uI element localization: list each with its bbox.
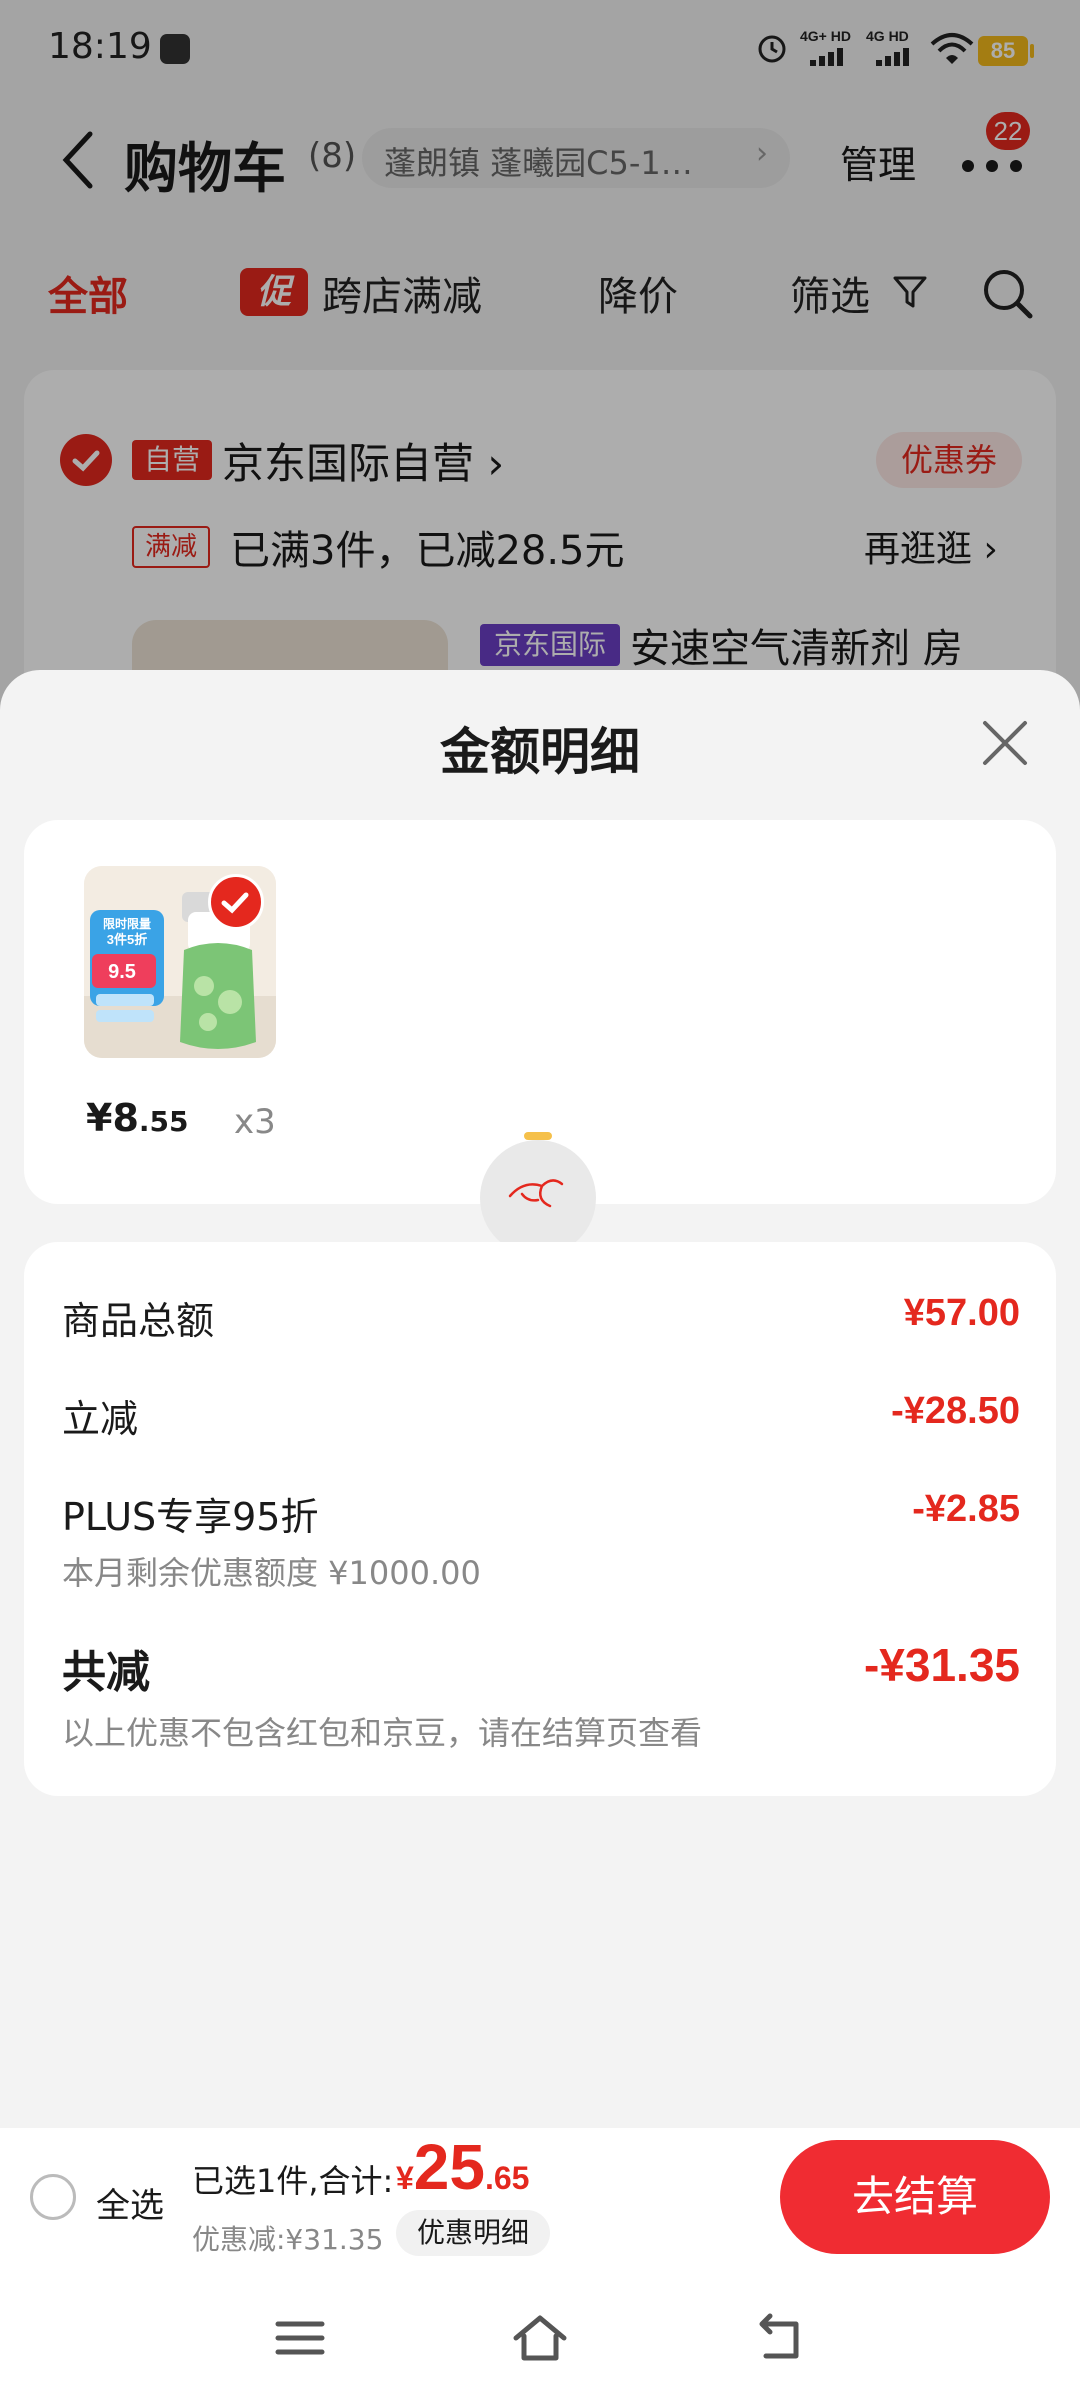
product-image-caption-3: 9.5 — [108, 961, 136, 983]
discount-summary-text: 优惠减:¥31.35 — [192, 2223, 384, 2256]
product-image-caption-1: 限时限量 — [103, 916, 151, 931]
home-icon[interactable] — [512, 2310, 568, 2366]
plus-discount-value: -¥2.85 — [912, 1488, 1020, 1530]
loader-accent-top — [524, 1132, 552, 1140]
product-image-promo-text: 限时限量 3件5折 9.5 — [103, 916, 151, 983]
system-nav-bar — [0, 2274, 1080, 2400]
back-icon[interactable] — [752, 2310, 808, 2366]
select-all-label[interactable]: 全选 — [96, 2178, 164, 2227]
close-icon[interactable] — [980, 718, 1030, 768]
goods-total-label: 商品总额 — [62, 1299, 215, 1343]
total-currency: ¥ — [396, 2160, 414, 2196]
jd-dog-logo-icon — [508, 1179, 564, 1208]
select-all-checkbox[interactable] — [30, 2174, 76, 2220]
goods-total-value: ¥57.00 — [903, 1292, 1020, 1334]
price-detail-sheet: 金额明细 限时限量 3件5折 9.5 ¥8.55 x3 商品总额 ¥57.00 … — [0, 670, 1080, 2130]
total-amount: ¥25.65 — [396, 2130, 529, 2204]
total-discount-label: 共减 — [62, 1647, 150, 1698]
instant-discount-value: -¥28.50 — [891, 1390, 1020, 1432]
menu-icon[interactable] — [272, 2310, 328, 2366]
item-selected-checkbox[interactable] — [208, 874, 264, 930]
selected-count-text: 已选1件,合计: — [192, 2162, 394, 2200]
total-integer: 25 — [413, 2131, 485, 2203]
plus-remaining-quota: 本月剩余优惠额度 ¥1000.00 — [62, 1554, 481, 1592]
item-price-integer: ¥8 — [86, 1096, 139, 1140]
instant-discount-label: 立减 — [62, 1397, 139, 1441]
jd-mascot-loading-icon — [480, 1140, 596, 1256]
checkmark-icon — [221, 892, 249, 914]
plus-discount-label: PLUS专享95折 — [62, 1495, 319, 1539]
total-decimal: .65 — [484, 2160, 530, 2196]
product-image-caption-2: 3件5折 — [107, 932, 147, 947]
total-discount-note: 以上优惠不包含红包和京豆，请在结算页查看 — [62, 1714, 703, 1752]
checkout-bar: 全选 已选1件,合计: ¥25.65 优惠减:¥31.35 优惠明细 去结算 — [0, 2128, 1080, 2274]
total-discount-value: -¥31.35 — [863, 1639, 1020, 1691]
amount-summary-card: 商品总额 ¥57.00 立减 -¥28.50 PLUS专享95折 -¥2.85 … — [24, 1242, 1056, 1796]
item-quantity: x3 — [234, 1102, 276, 1142]
item-price-decimal: .55 — [138, 1105, 189, 1138]
checkout-button[interactable]: 去结算 — [780, 2140, 1050, 2254]
sheet-title: 金额明细 — [440, 723, 640, 781]
discount-detail-button[interactable]: 优惠明细 — [396, 2210, 550, 2256]
item-unit-price: ¥8.55 — [86, 1096, 189, 1140]
